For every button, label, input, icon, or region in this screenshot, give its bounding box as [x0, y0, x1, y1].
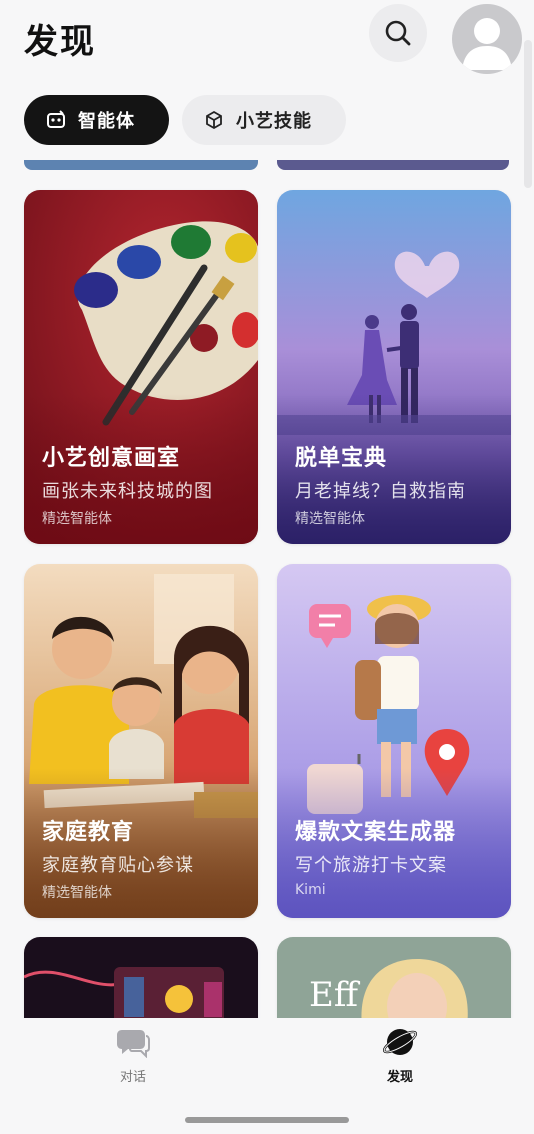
tab-skills[interactable]: 小艺技能 — [182, 95, 346, 145]
card-overlay-text: Eff — [309, 975, 358, 1015]
nav-discover-label: 发现 — [386, 1070, 413, 1085]
card-title: 爆款文案生成器 — [295, 820, 457, 845]
skill-cube-icon — [204, 110, 224, 130]
agent-icon — [46, 110, 66, 130]
tab-agents[interactable]: 智能体 — [24, 95, 169, 145]
card-edge-top-right — [277, 160, 509, 170]
card-subtitle: 写个旅游打卡文案 — [295, 855, 447, 876]
agent-card-dating-guide[interactable]: 脱单宝典 月老掉线？自救指南 精选智能体 — [277, 190, 511, 544]
search-icon — [385, 20, 411, 46]
card-title: 脱单宝典 — [295, 446, 388, 471]
agent-card-partial-left[interactable] — [24, 937, 258, 1027]
discover-planet-icon — [382, 1029, 418, 1055]
header: 发现 — [0, 0, 534, 80]
chat-bubble-icon — [117, 1030, 150, 1059]
agent-card-family-education[interactable]: 家庭教育 家庭教育贴心参谋 精选智能体 — [24, 564, 258, 918]
card-tag: Kimi — [295, 882, 326, 898]
neon-arcade-illustration — [24, 937, 258, 1027]
agent-card-creative-studio[interactable]: 小艺创意画室 画张未来科技城的图 精选智能体 — [24, 190, 258, 544]
card-tag: 精选智能体 — [42, 885, 112, 901]
scrollbar[interactable] — [524, 40, 532, 188]
tab-agents-label: 智能体 — [78, 111, 135, 132]
card-tag: 精选智能体 — [42, 511, 112, 527]
home-indicator[interactable] — [185, 1117, 349, 1123]
card-tag: 精选智能体 — [295, 511, 365, 527]
card-subtitle: 画张未来科技城的图 — [42, 481, 213, 502]
nav-chat[interactable]: 对话 — [83, 1026, 183, 1085]
avatar[interactable] — [452, 4, 522, 74]
nav-chat-label: 对话 — [119, 1070, 146, 1085]
nav-discover[interactable]: 发现 — [350, 1026, 450, 1085]
card-title: 小艺创意画室 — [42, 446, 181, 471]
card-subtitle: 家庭教育贴心参谋 — [42, 855, 194, 876]
card-subtitle: 月老掉线？自救指南 — [295, 481, 466, 502]
card-edge-top-left — [24, 160, 258, 170]
agent-card-copywriter[interactable]: 爆款文案生成器 写个旅游打卡文案 Kimi — [277, 564, 511, 918]
user-avatar-icon — [462, 18, 512, 70]
card-title: 家庭教育 — [42, 820, 135, 845]
agent-card-partial-right[interactable]: Eff — [277, 937, 511, 1027]
page-title: 发现 — [24, 22, 96, 62]
search-button[interactable] — [369, 4, 427, 62]
tab-skills-label: 小艺技能 — [236, 111, 312, 132]
